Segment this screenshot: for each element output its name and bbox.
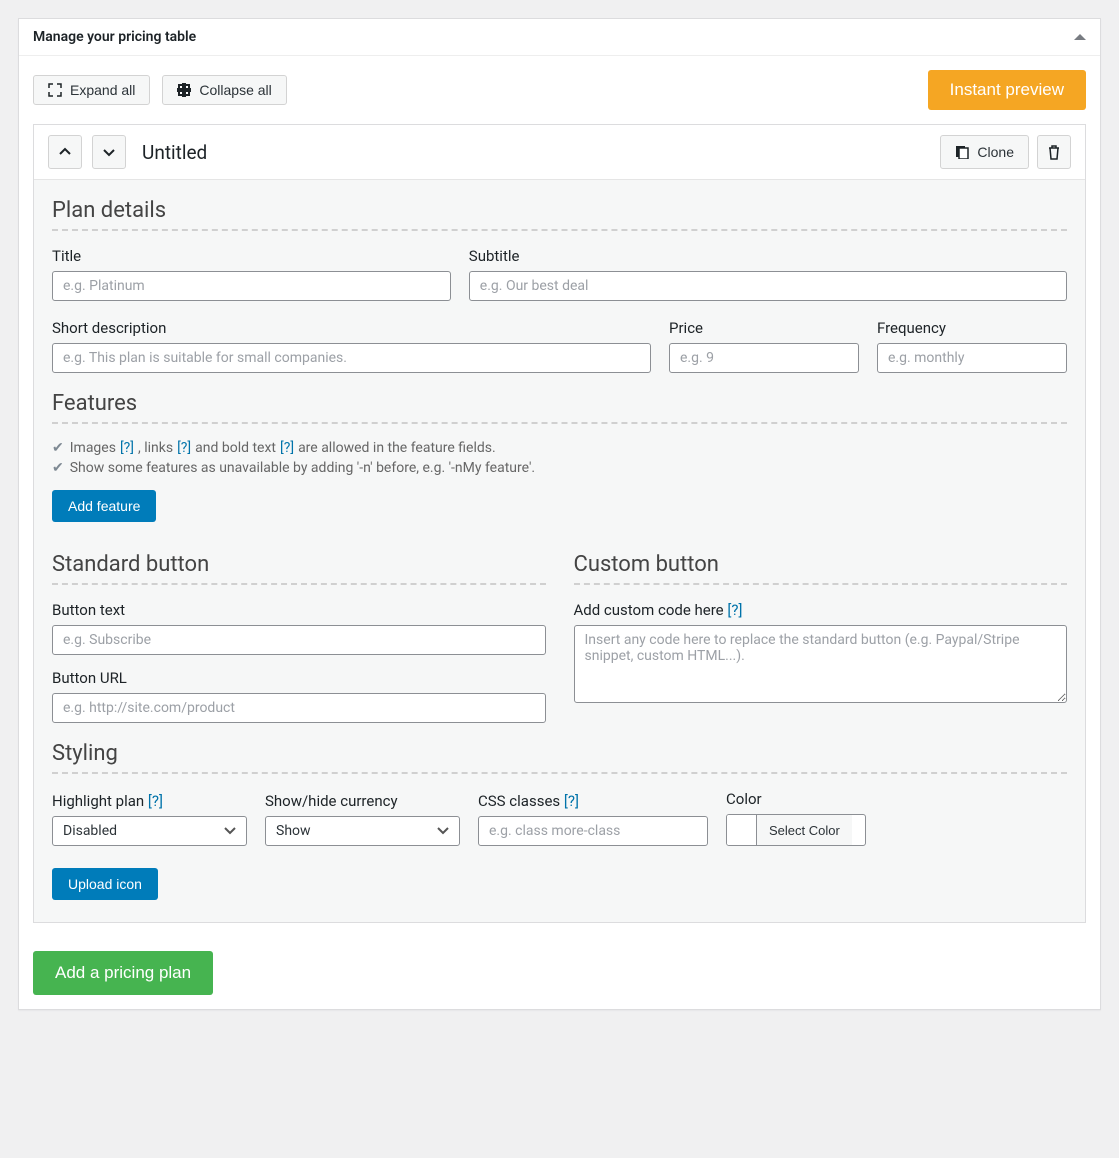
tip1-text-d: are allowed in the feature fields. xyxy=(298,440,496,456)
check-icon: ✔ xyxy=(52,460,64,476)
short-desc-label: Short description xyxy=(52,319,651,337)
price-label: Price xyxy=(669,319,859,337)
panel-header: Manage your pricing table xyxy=(19,19,1100,56)
toolbar: Expand all Collapse all Instant preview xyxy=(19,56,1100,124)
title-label: Title xyxy=(52,247,451,265)
frequency-input[interactable] xyxy=(877,343,1067,373)
section-custom-button: Custom button xyxy=(574,552,1068,577)
divider xyxy=(52,772,1067,774)
panel-footer: Add a pricing plan xyxy=(19,937,1100,1009)
help-link-images[interactable]: [?] xyxy=(120,440,134,456)
panel-collapse-toggle[interactable] xyxy=(1074,34,1086,40)
subtitle-input[interactable] xyxy=(469,271,1067,301)
feature-tip-1: ✔ Images [?] , links [?] and bold text [… xyxy=(52,440,1067,456)
plan-body: Plan details Title Subtitle Short descri… xyxy=(34,180,1085,922)
section-styling: Styling xyxy=(52,741,1067,766)
plan-header: Untitled Clone xyxy=(34,125,1085,180)
select-color-button[interactable]: Select Color xyxy=(757,815,852,845)
trash-icon xyxy=(1047,145,1061,160)
chevron-up-icon xyxy=(58,145,72,159)
tip2-text: Show some features as unavailable by add… xyxy=(70,460,535,476)
css-input[interactable] xyxy=(478,816,708,846)
divider xyxy=(574,583,1068,585)
help-link-highlight[interactable]: [?] xyxy=(148,792,163,810)
upload-icon-button[interactable]: Upload icon xyxy=(52,868,158,900)
add-feature-button[interactable]: Add feature xyxy=(52,490,156,522)
showhide-select[interactable]: Show xyxy=(265,816,460,846)
help-link-links[interactable]: [?] xyxy=(177,440,191,456)
custom-code-textarea[interactable] xyxy=(574,625,1068,703)
collapse-all-button[interactable]: Collapse all xyxy=(162,75,286,105)
short-desc-input[interactable] xyxy=(52,343,651,373)
collapse-icon xyxy=(177,83,191,97)
collapse-all-label: Collapse all xyxy=(199,82,271,98)
tip1-text-b: , links xyxy=(138,440,173,456)
section-standard-button: Standard button xyxy=(52,552,546,577)
expand-all-button[interactable]: Expand all xyxy=(33,75,150,105)
title-input[interactable] xyxy=(52,271,451,301)
section-features: Features xyxy=(52,391,1067,416)
divider xyxy=(52,583,546,585)
divider xyxy=(52,422,1067,424)
button-url-input[interactable] xyxy=(52,693,546,723)
price-input[interactable] xyxy=(669,343,859,373)
divider xyxy=(52,229,1067,231)
color-label: Color xyxy=(726,790,866,808)
feature-tip-2: ✔ Show some features as unavailable by a… xyxy=(52,460,1067,476)
expand-icon xyxy=(48,83,62,97)
panel-title: Manage your pricing table xyxy=(33,29,196,45)
custom-code-label: Add custom code here [?] xyxy=(574,601,1068,619)
chevron-down-icon xyxy=(102,145,116,159)
button-text-input[interactable] xyxy=(52,625,546,655)
button-url-label: Button URL xyxy=(52,669,546,687)
help-link-custom-code[interactable]: [?] xyxy=(727,601,742,619)
tip1-text-a: Images xyxy=(70,440,116,456)
button-text-label: Button text xyxy=(52,601,546,619)
showhide-label: Show/hide currency xyxy=(265,792,460,810)
tip1-text-c: and bold text xyxy=(195,440,276,456)
check-icon: ✔ xyxy=(52,440,64,456)
subtitle-label: Subtitle xyxy=(469,247,1067,265)
move-up-button[interactable] xyxy=(48,135,82,169)
color-swatch xyxy=(727,815,757,845)
add-pricing-plan-button[interactable]: Add a pricing plan xyxy=(33,951,213,995)
clone-button[interactable]: Clone xyxy=(940,135,1029,169)
move-down-button[interactable] xyxy=(92,135,126,169)
color-picker[interactable]: Select Color xyxy=(726,814,866,846)
instant-preview-button[interactable]: Instant preview xyxy=(928,70,1086,110)
css-label: CSS classes [?] xyxy=(478,792,708,810)
expand-all-label: Expand all xyxy=(70,82,135,98)
clone-label: Clone xyxy=(977,144,1014,160)
highlight-select[interactable]: Disabled xyxy=(52,816,247,846)
section-plan-details: Plan details xyxy=(52,198,1067,223)
plan-title: Untitled xyxy=(142,141,207,164)
highlight-label: Highlight plan [?] xyxy=(52,792,247,810)
delete-button[interactable] xyxy=(1037,135,1071,169)
help-link-css[interactable]: [?] xyxy=(564,792,579,810)
frequency-label: Frequency xyxy=(877,319,1067,337)
pricing-table-panel: Manage your pricing table Expand all Col… xyxy=(18,18,1101,1010)
help-link-bold[interactable]: [?] xyxy=(280,440,294,456)
clone-icon xyxy=(955,145,969,159)
plan-container: Untitled Clone Plan details Title xyxy=(33,124,1086,923)
